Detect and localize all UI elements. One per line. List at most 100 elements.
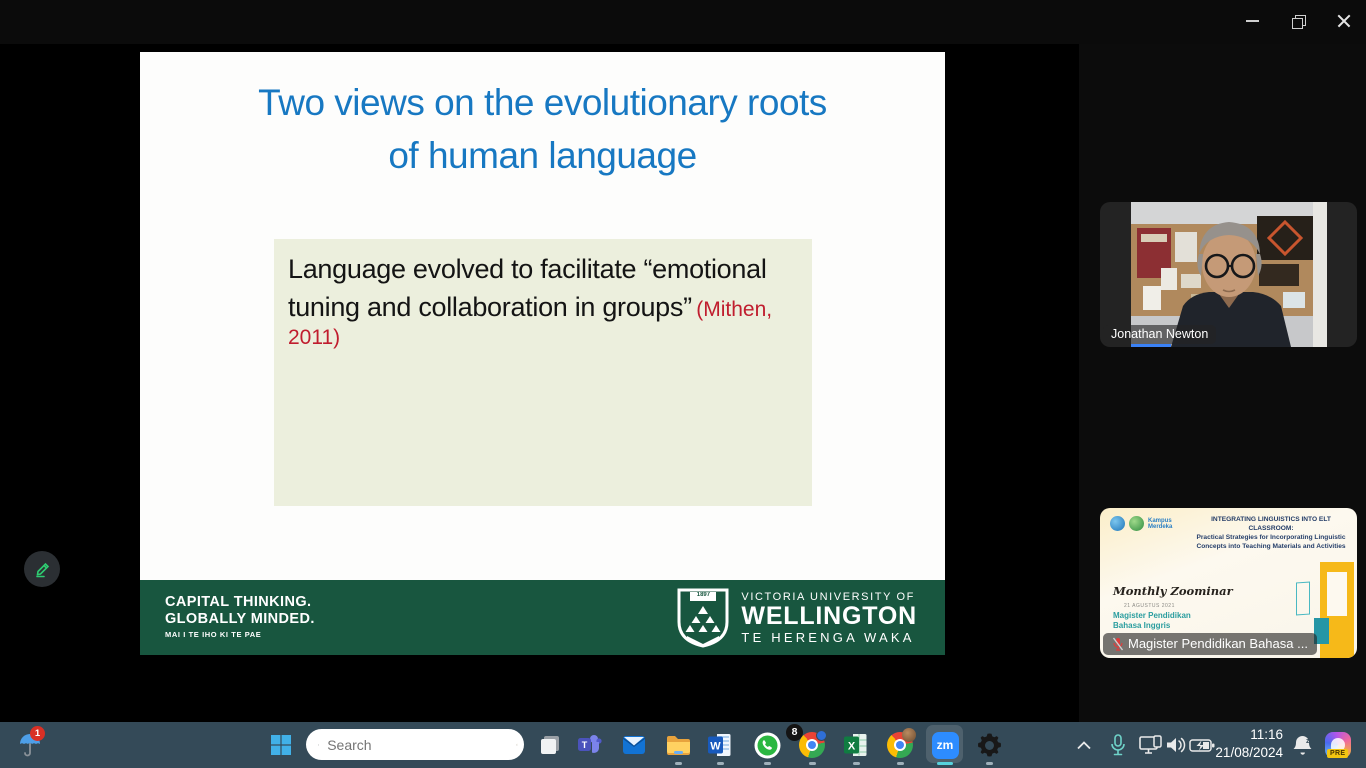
mini-heading-line2: Practical Strategies for Incorporating L…: [1192, 533, 1350, 542]
presentation-slide: Two views on the evolutionary roots of h…: [140, 52, 945, 655]
slide-title-line1: Two views on the evolutionary roots: [140, 76, 945, 129]
tray-date: 21/08/2024: [1215, 744, 1283, 762]
mini-org-line1: Magister Pendidikan: [1113, 611, 1191, 621]
chrome-icon: [799, 732, 825, 758]
windows-logo-icon: [270, 734, 292, 756]
mail-icon: [621, 732, 647, 758]
mini-heading-line1: INTEGRATING LINGUISTICS INTO ELT CLASSRO…: [1192, 515, 1350, 533]
search-highlight-bird-icon: [516, 731, 518, 758]
mini-event-title: Monthly Zoominar: [1113, 584, 1233, 598]
teams-icon: T: [576, 732, 602, 758]
svg-text:X: X: [848, 741, 856, 753]
user-avatar-overlay: [902, 728, 916, 742]
tray-time: 11:16: [1215, 726, 1283, 744]
speaker-icon: [1165, 736, 1187, 754]
start-button[interactable]: [262, 722, 300, 768]
zoom-meeting-window: Two views on the evolutionary roots of h…: [0, 0, 1366, 768]
bell-dnd-icon: z: [1292, 734, 1313, 756]
search-input[interactable]: [327, 737, 508, 753]
close-button[interactable]: [1322, 4, 1366, 38]
zoom-icon-label: zm: [937, 738, 954, 752]
decor-door-panel: [1327, 572, 1347, 616]
tray-overflow-button[interactable]: [1068, 722, 1100, 768]
slide-quote-text: Language evolved to facilitate “emotiona…: [288, 254, 767, 322]
gear-icon: [976, 732, 1003, 759]
participant-name-tag: Jonathan Newton: [1103, 325, 1216, 344]
running-indicator: [675, 762, 682, 765]
tray-clock[interactable]: 11:16 21/08/2024: [1215, 726, 1283, 762]
zoom-icon: zm: [932, 732, 959, 759]
tagline-line3: MAI I TE IHO KI TE PAE: [165, 630, 315, 639]
participant-name: Jonathan Newton: [1111, 327, 1208, 341]
footer-tagline: CAPITAL THINKING. GLOBALLY MINDED. MAI I…: [165, 594, 315, 639]
running-indicator: [717, 762, 724, 765]
running-indicator: [853, 762, 860, 765]
participant-video-speaker[interactable]: Jonathan Newton: [1100, 202, 1357, 347]
taskbar-search[interactable]: [306, 729, 524, 760]
participant-name-tag: Magister Pendidikan Bahasa ...: [1103, 633, 1317, 655]
participant-name: Magister Pendidikan Bahasa ...: [1128, 636, 1308, 651]
task-view-button[interactable]: [531, 722, 569, 768]
word-icon: W: [707, 732, 733, 758]
folder-icon: [665, 732, 692, 759]
mini-org-line2: Bahasa Inggris: [1113, 621, 1191, 631]
copilot-preview-badge: PRE: [1327, 749, 1348, 758]
close-icon: [1337, 14, 1351, 28]
slide-title: Two views on the evolutionary roots of h…: [140, 76, 945, 182]
microphone-in-use-button[interactable]: [1103, 722, 1133, 768]
notification-bell-button[interactable]: z: [1286, 722, 1318, 768]
widget-notification-badge: 1: [30, 726, 45, 741]
running-indicator: [897, 762, 904, 765]
university-name: VICTORIA UNIVERSITY OF WELLINGTON TE HER…: [741, 591, 917, 645]
shield-year: 1897: [691, 592, 715, 598]
mini-heading-line3: Concepts into Teaching Materials and Act…: [1192, 542, 1350, 551]
svg-text:z: z: [1306, 738, 1310, 745]
task-view-icon: [538, 733, 562, 757]
whatsapp-icon: [754, 732, 781, 759]
teams-button[interactable]: T: [570, 722, 608, 768]
annotate-button[interactable]: [24, 551, 60, 587]
university-shield-icon: 1897: [677, 588, 729, 648]
battery-charging-icon: [1189, 738, 1215, 753]
pencil-icon: [32, 559, 52, 579]
cast-display-icon: [1139, 735, 1163, 755]
kampus-merdeka-logo-text: Kampus Merdeka: [1148, 518, 1182, 530]
battery-button[interactable]: [1186, 722, 1218, 768]
restore-icon: [1292, 15, 1304, 27]
chrome-icon: [887, 732, 913, 758]
minimize-icon: [1246, 20, 1259, 22]
ministry-logo-icon: [1110, 516, 1125, 531]
running-indicator: [764, 762, 771, 765]
mini-slide-logos: Kampus Merdeka: [1110, 516, 1182, 531]
chevron-up-icon: [1077, 741, 1091, 750]
slide-title-line2: of human language: [140, 129, 945, 182]
minimize-button[interactable]: [1230, 4, 1274, 38]
restore-button[interactable]: [1276, 4, 1320, 38]
microphone-icon: [1110, 734, 1126, 756]
audio-activity-indicator: [1131, 344, 1171, 347]
university-line3: TE HERENGA WAKA: [741, 630, 917, 645]
mini-slide-heading: INTEGRATING LINGUISTICS INTO ELT CLASSRO…: [1192, 515, 1350, 551]
decor-outline-shape: [1296, 582, 1310, 616]
campus-logo-icon: [1129, 516, 1144, 531]
tagline-line2: GLOBALLY MINDED.: [165, 611, 315, 628]
university-logo-block: 1897 VICTORIA UNIVERSITY OF WELLINGTON T…: [677, 588, 917, 648]
university-line2: WELLINGTON: [741, 603, 917, 630]
window-titlebar: [0, 0, 1366, 44]
mic-muted-icon: [1112, 637, 1124, 651]
svg-text:W: W: [710, 741, 721, 753]
excel-icon: X: [843, 732, 869, 758]
running-indicator: [809, 762, 816, 765]
tagline-line1: CAPITAL THINKING.: [165, 594, 315, 611]
copilot-button[interactable]: [1320, 722, 1356, 768]
running-indicator-active: [937, 762, 953, 765]
mail-button[interactable]: [615, 722, 653, 768]
participant-video-muted[interactable]: Kampus Merdeka INTEGRATING LINGUISTICS I…: [1100, 508, 1357, 658]
slide-quote-box: Language evolved to facilitate “emotiona…: [274, 239, 812, 506]
running-indicator: [986, 762, 993, 765]
mini-event-date: 21 AGUSTUS 2021: [1124, 603, 1175, 609]
svg-text:T: T: [582, 740, 588, 750]
mini-org-name: Magister Pendidikan Bahasa Inggris: [1113, 611, 1191, 631]
search-icon: [318, 737, 319, 753]
chrome-profile-overlay-icon: [816, 730, 827, 741]
